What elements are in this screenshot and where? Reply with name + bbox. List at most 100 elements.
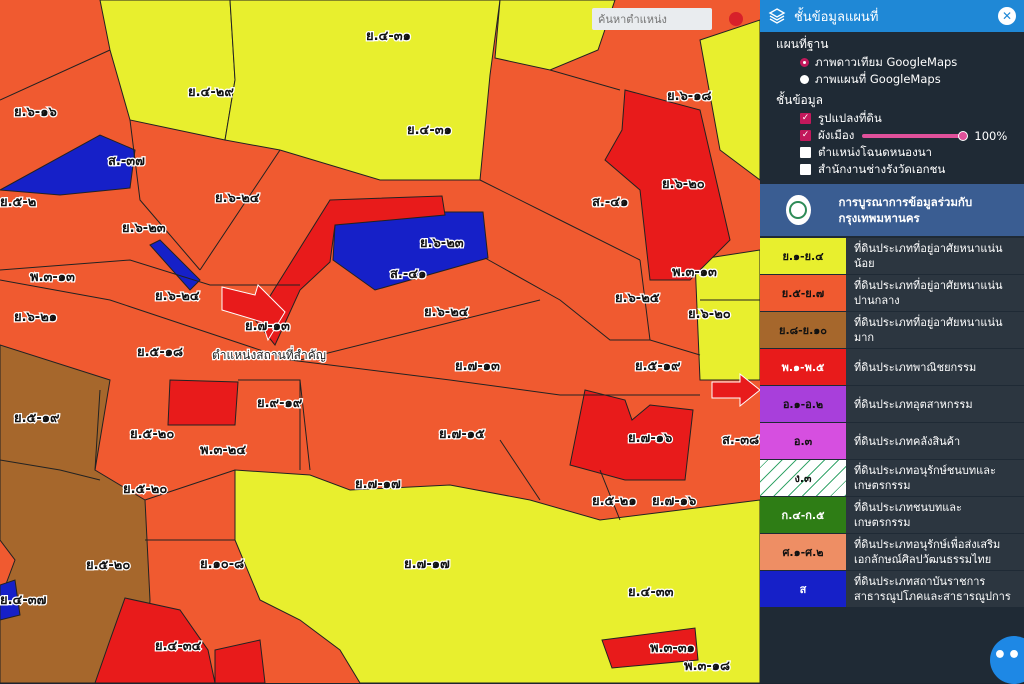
checkbox-unchecked[interactable] xyxy=(800,164,811,175)
zone-label: ย.๖-๒๑ xyxy=(14,310,57,325)
legend-description: ที่ดินประเภทคลังสินค้า xyxy=(846,423,1024,459)
zone-parcel[interactable] xyxy=(99,0,236,141)
zone-label: ย.๗-๑๖ xyxy=(652,494,696,509)
zone-label: ส.-๔๑ xyxy=(390,267,426,282)
legend-swatch: ง.๓ xyxy=(760,460,846,496)
zone-label: ย.๖-๒๐ xyxy=(688,307,731,322)
zoning-map[interactable]: ย.๔-๓๑ ย.๔-๒๙ ย.๖-๑๖ ย.๔-๓๑ ย.๖-๑๘ ส.-๓๗ ย.๕-๒… xyxy=(0,0,760,683)
zone-label: ย.๗-๑๓ xyxy=(245,319,290,334)
legend-row: อ.๑-อ.๒ ที่ดินประเภทอุตสาหกรรม xyxy=(760,386,1024,422)
checkbox-checked[interactable]: ✓ xyxy=(800,130,811,141)
bma-partner-banner: การบูรณาการข้อมูลร่วมกับกรุงเทพมหานคร xyxy=(760,184,1024,236)
map-search-input[interactable] xyxy=(592,8,712,30)
zone-label: ย.๔-๓๗ xyxy=(0,593,47,608)
legend-row: ย.๘-ย.๑๐ ที่ดินประเภทที่อยู่อาศัยหนาแน่นม… xyxy=(760,312,1024,348)
zone-label: ย.๗-๑๗ xyxy=(404,557,450,572)
zone-label: พ.๓-๑๘ xyxy=(684,659,730,674)
layer-nongna[interactable]: ตำแหน่งโฉนดหนองนา xyxy=(760,144,1024,161)
basemap-option-label: ภาพแผนที่ GoogleMaps xyxy=(815,71,941,86)
legend-swatch: ย.๕-ย.๗ xyxy=(760,275,846,311)
zone-label: ย.๖-๒๔ xyxy=(424,305,469,320)
legend-description: ที่ดินประเภทอนุรักษ์ชนบทและเกษตรกรรม xyxy=(846,460,1024,496)
zone-label: ย.๗-๑๖ xyxy=(628,431,672,446)
zone-label: ย.๔-๒๙ xyxy=(188,85,234,100)
zone-label: ย.๕-๑๙ xyxy=(14,411,60,426)
legend-description: ที่ดินประเภทสถาบันราชการ สาธารณูปโภคและส… xyxy=(846,571,1024,607)
opacity-slider[interactable] xyxy=(862,130,969,141)
legend-description: ที่ดินประเภทอุตสาหกรรม xyxy=(846,386,1024,422)
layer-label: ผังเมือง xyxy=(818,127,855,142)
zone-parcel[interactable] xyxy=(167,379,239,426)
zone-label: ย.๔-๓๔ xyxy=(155,639,202,654)
basemap-option-satellite[interactable]: ภาพดาวเทียม GoogleMaps xyxy=(760,54,1024,71)
zone-label: ย.๖-๒๔ xyxy=(155,289,200,304)
zone-label: ย.๕-๒๑ xyxy=(592,494,637,509)
zone-label: ย.๖-๑๘ xyxy=(667,89,711,104)
location-marker-icon[interactable] xyxy=(729,12,743,26)
radio-selected[interactable] xyxy=(800,58,809,67)
close-icon[interactable]: ✕ xyxy=(998,7,1016,25)
basemap-heading: แผนที่ฐาน xyxy=(776,37,829,51)
zoning-map-canvas[interactable]: ย.๔-๓๑ย.๔-๒๙ย.๖-๑๖ย.๔-๓๑ย.๖-๑๘ส.-๓๗ย.๕-๒… xyxy=(0,0,760,683)
legend-swatch: พ.๑-พ.๕ xyxy=(760,349,846,385)
legend-description: ที่ดินประเภทชนบทและเกษตรกรรม xyxy=(846,497,1024,533)
basemap-option-roadmap[interactable]: ภาพแผนที่ GoogleMaps xyxy=(760,71,1024,88)
zone-label: ย.๖-๑๖ xyxy=(14,105,57,120)
legend-row: ศ.๑-ศ.๒ ที่ดินประเภทอนุรักษ์เพื่อส่งเสริม… xyxy=(760,534,1024,570)
zone-label: พ.๓-๒๔ xyxy=(200,443,246,458)
radio-unselected[interactable] xyxy=(800,75,809,84)
zone-label: ย.๗-๑๓ xyxy=(455,359,500,374)
checkbox-unchecked[interactable] xyxy=(800,147,811,158)
layer-parcels[interactable]: ✓ รูปแปลงที่ดิน xyxy=(760,110,1024,127)
zone-label: พ.๓-๓๑ xyxy=(650,641,695,656)
layer-label: รูปแปลงที่ดิน xyxy=(818,110,882,125)
checkbox-checked[interactable]: ✓ xyxy=(800,113,811,124)
zone-label: ย.๕-๒๐ xyxy=(123,482,167,497)
layer-surveyors[interactable]: สำนักงานช่างรังวัดเอกชน xyxy=(760,161,1024,178)
legend-description: ที่ดินประเภทที่อยู่อาศัยหนาแน่นน้อย xyxy=(846,238,1024,274)
zone-label: พ.๓-๑๓ xyxy=(30,270,75,285)
zone-label: ย.๕-๒ xyxy=(0,195,36,210)
legend-row: พ.๑-พ.๕ ที่ดินประเภทพาณิชยกรรม xyxy=(760,349,1024,385)
legend-swatch: ย.๘-ย.๑๐ xyxy=(760,312,846,348)
bma-seal-logo xyxy=(786,195,811,225)
zone-label: ย.๕-๒๐ xyxy=(130,427,174,442)
panel-title: ชั้นข้อมูลแผนที่ xyxy=(794,9,879,25)
zone-label: ส.-๓๗ xyxy=(108,154,145,169)
legend-swatch: ก.๔-ก.๕ xyxy=(760,497,846,533)
zone-label: ย.๗-๑๗ xyxy=(355,477,401,492)
legend-row: ย.๑-ย.๔ ที่ดินประเภทที่อยู่อาศัยหนาแน่นน้… xyxy=(760,238,1024,274)
layer-label: ตำแหน่งโฉนดหนองนา xyxy=(818,144,933,159)
legend-row: ก.๔-ก.๕ ที่ดินประเภทชนบทและเกษตรกรรม xyxy=(760,497,1024,533)
slider-thumb[interactable] xyxy=(958,130,969,141)
legend-description: ที่ดินประเภทพาณิชยกรรม xyxy=(846,349,1024,385)
zone-parcel[interactable] xyxy=(149,239,201,291)
basemap-option-label: ภาพดาวเทียม GoogleMaps xyxy=(815,54,958,69)
panel-header: ชั้นข้อมูลแผนที่ ✕ xyxy=(760,0,1024,32)
legend-swatch: อ.๑-อ.๒ xyxy=(760,386,846,422)
layer-cityplan[interactable]: ✓ ผังเมือง 100% xyxy=(760,127,1024,144)
legend-description: ที่ดินประเภทอนุรักษ์เพื่อส่งเสริมเอกลักษ… xyxy=(846,534,1024,570)
zone-label: ย.๖-๒๔ xyxy=(215,191,260,206)
zone-parcel[interactable] xyxy=(214,639,266,683)
legend-swatch: อ.๓ xyxy=(760,423,846,459)
partner-text: การบูรณาการข้อมูลร่วมกับกรุงเทพมหานคร xyxy=(838,195,973,225)
zone-label: พ.๓-๑๓ xyxy=(672,265,717,280)
zone-label: ย.๖-๒๓ xyxy=(122,221,166,236)
zone-label: ย.๕-๑๘ xyxy=(137,345,183,360)
zone-label: ย.๖-๒๐ xyxy=(662,177,705,192)
zone-label: ย.๕-๒๐ xyxy=(86,558,130,573)
legend-row: อ.๓ ที่ดินประเภทคลังสินค้า xyxy=(760,423,1024,459)
layers-heading: ชั้นข้อมูล xyxy=(776,93,824,107)
legend-description: ที่ดินประเภทที่อยู่อาศัยหนาแน่นปานกลาง xyxy=(846,275,1024,311)
layer-label: สำนักงานช่างรังวัดเอกชน xyxy=(818,161,946,176)
zone-label: ย.๑๐-๘ xyxy=(200,557,244,572)
zone-label: ย.๔-๓๓ xyxy=(628,585,674,600)
legend-swatch: ส xyxy=(760,571,846,607)
zoning-legend: ย.๑-ย.๔ ที่ดินประเภทที่อยู่อาศัยหนาแน่นน้… xyxy=(760,238,1024,607)
legend-swatch: ศ.๑-ศ.๒ xyxy=(760,534,846,570)
zone-parcel[interactable] xyxy=(224,0,501,181)
zone-label: ย.๗-๑๕ xyxy=(439,427,485,442)
zone-label: ย.๙-๑๙ xyxy=(257,396,303,411)
legend-row: ง.๓ ที่ดินประเภทอนุรักษ์ชนบทและเกษตรกรรม xyxy=(760,460,1024,496)
